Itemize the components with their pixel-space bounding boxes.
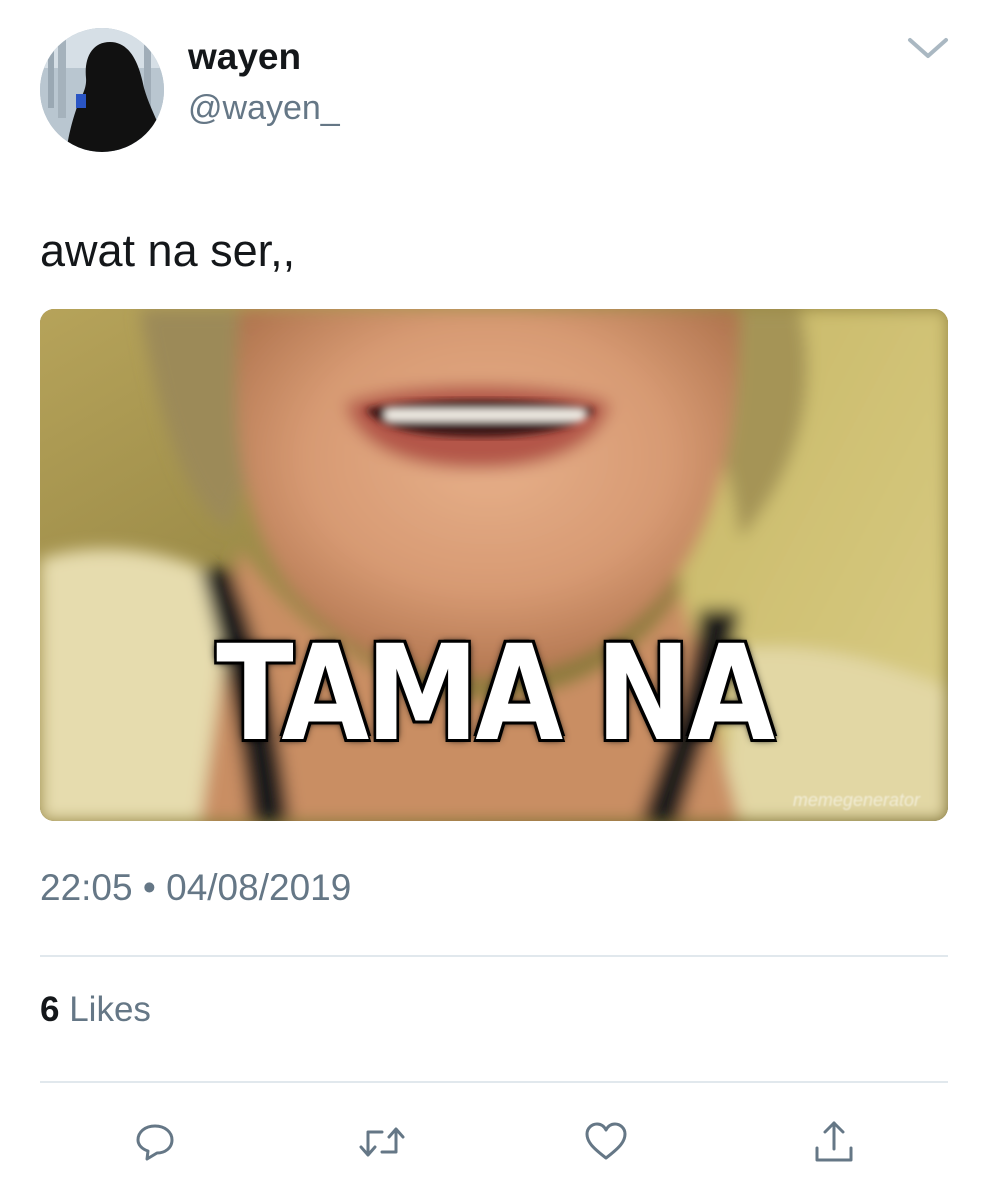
share-icon (815, 1121, 853, 1162)
more-options-button[interactable] (900, 28, 956, 68)
tweet-detail: wayen @wayen_ awat na ser,, TAMA NA meme… (0, 0, 988, 1200)
retweet-icon (359, 1127, 405, 1157)
avatar-silhouette-icon (40, 28, 164, 152)
retweet-button[interactable] (354, 1114, 410, 1170)
share-button[interactable] (806, 1114, 862, 1170)
divider (40, 1081, 948, 1083)
tweet-time: 22:05 (40, 867, 133, 908)
timestamp-separator: • (142, 867, 156, 908)
reply-button[interactable] (127, 1114, 183, 1170)
display-name[interactable]: wayen (188, 36, 301, 78)
avatar[interactable] (40, 28, 164, 152)
likes-label: Likes (69, 990, 151, 1029)
tweet-text: awat na ser,, (40, 225, 296, 276)
reply-bubble-icon (136, 1124, 174, 1161)
likes-count: 6 (40, 990, 60, 1029)
tweet-timestamp[interactable]: 22:05 • 04/08/2019 (40, 866, 351, 910)
divider (40, 955, 948, 957)
user-handle[interactable]: @wayen_ (188, 88, 340, 128)
tweet-media-image[interactable]: TAMA NA memegenerator (40, 309, 948, 821)
tweet-date: 04/08/2019 (166, 867, 352, 908)
image-watermark: memegenerator (792, 790, 920, 810)
heart-icon (585, 1122, 627, 1160)
meme-caption: TAMA NA (216, 617, 775, 771)
chevron-down-icon (908, 38, 948, 58)
likes-stat[interactable]: 6 Likes (40, 988, 151, 1032)
like-button[interactable] (578, 1114, 634, 1170)
